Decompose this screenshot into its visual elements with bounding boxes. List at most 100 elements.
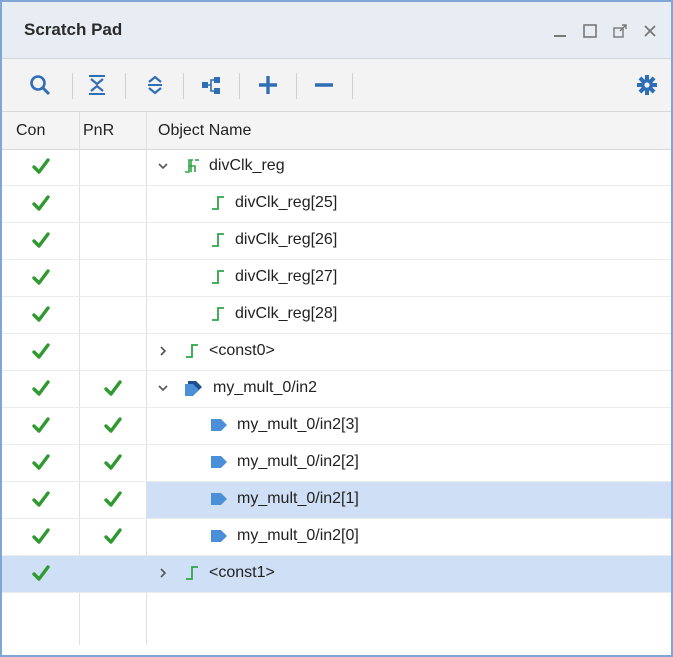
expand-all-icon[interactable] bbox=[140, 70, 170, 100]
table-header: Con PnR Object Name bbox=[2, 112, 671, 150]
pnr-cell bbox=[80, 408, 146, 444]
check-icon bbox=[104, 527, 122, 550]
object-name-cell[interactable]: my_mult_0/in2[3] bbox=[147, 408, 671, 444]
toolbar-separator bbox=[352, 73, 353, 99]
check-icon bbox=[32, 231, 50, 254]
object-entry[interactable]: <const0> bbox=[183, 342, 275, 360]
maximize-icon[interactable] bbox=[577, 18, 603, 44]
object-name-cell[interactable]: my_mult_0/in2 bbox=[147, 371, 671, 407]
collapse-all-icon[interactable] bbox=[82, 70, 112, 100]
object-entry[interactable]: my_mult_0/in2 bbox=[183, 379, 317, 397]
table-row[interactable]: divClk_reg[27] bbox=[2, 260, 671, 297]
table-row[interactable]: divClk_reg[28] bbox=[2, 297, 671, 334]
object-entry[interactable]: divClk_reg[27] bbox=[209, 268, 337, 286]
object-name: my_mult_0/in2[3] bbox=[237, 416, 359, 433]
object-entry[interactable]: divClk_reg[28] bbox=[209, 305, 337, 323]
pnr-cell bbox=[80, 371, 146, 407]
add-icon[interactable] bbox=[253, 70, 283, 100]
object-name: my_mult_0/in2[0] bbox=[237, 527, 359, 544]
con-cell bbox=[2, 186, 79, 222]
object-name: my_mult_0/in2[2] bbox=[237, 453, 359, 470]
con-cell bbox=[2, 519, 79, 555]
toolbar bbox=[2, 59, 671, 112]
object-entry[interactable]: my_mult_0/in2[1] bbox=[209, 490, 359, 508]
chevron-right-icon[interactable] bbox=[157, 342, 169, 363]
column-header-con[interactable]: Con bbox=[16, 122, 45, 140]
object-name: divClk_reg bbox=[209, 157, 285, 174]
toolbar-separator bbox=[125, 73, 126, 99]
object-name-cell[interactable]: divClk_reg[25] bbox=[147, 186, 671, 222]
table-row[interactable]: divClk_reg bbox=[2, 149, 671, 186]
object-name-cell[interactable]: my_mult_0/in2[1] bbox=[147, 482, 671, 518]
object-name: my_mult_0/in2[1] bbox=[237, 490, 359, 507]
close-icon[interactable] bbox=[637, 18, 663, 44]
con-cell bbox=[2, 334, 79, 370]
object-name-cell[interactable]: <const1> bbox=[147, 556, 671, 592]
panel-titlebar: Scratch Pad bbox=[2, 2, 671, 59]
check-icon bbox=[32, 490, 50, 513]
object-name-cell[interactable]: divClk_reg[26] bbox=[147, 223, 671, 259]
object-name-cell[interactable]: my_mult_0/in2[0] bbox=[147, 519, 671, 555]
object-name-cell[interactable]: divClk_reg bbox=[147, 149, 671, 185]
con-cell bbox=[2, 149, 79, 185]
table-row[interactable]: my_mult_0/in2[0] bbox=[2, 519, 671, 556]
check-icon bbox=[104, 453, 122, 476]
pnr-cell bbox=[80, 260, 146, 296]
object-name: divClk_reg[27] bbox=[235, 268, 338, 285]
object-name-cell[interactable]: divClk_reg[28] bbox=[147, 297, 671, 333]
toolbar-separator bbox=[183, 73, 184, 99]
object-entry[interactable]: divClk_reg[26] bbox=[209, 231, 337, 249]
toolbar-separator bbox=[239, 73, 240, 99]
scratch-pad-panel: Scratch Pad Con PnR Object Name divClk_r… bbox=[0, 0, 673, 657]
object-name-cell[interactable]: divClk_reg[27] bbox=[147, 260, 671, 296]
table-row[interactable]: my_mult_0/in2 bbox=[2, 371, 671, 408]
chevron-down-icon[interactable] bbox=[157, 379, 169, 400]
pnr-cell bbox=[80, 519, 146, 555]
object-entry[interactable]: my_mult_0/in2[0] bbox=[209, 527, 359, 545]
port-icon bbox=[209, 528, 229, 544]
column-header-object-name[interactable]: Object Name bbox=[158, 122, 251, 140]
table-row[interactable]: my_mult_0/in2[3] bbox=[2, 408, 671, 445]
panel-title: Scratch Pad bbox=[24, 20, 123, 39]
net-green-icon bbox=[183, 564, 201, 582]
search-icon[interactable] bbox=[25, 70, 55, 100]
object-name-cell[interactable]: <const0> bbox=[147, 334, 671, 370]
check-icon bbox=[32, 194, 50, 217]
port-icon bbox=[209, 417, 229, 433]
table-row[interactable]: divClk_reg[25] bbox=[2, 186, 671, 223]
column-header-pnr[interactable]: PnR bbox=[83, 122, 114, 140]
check-icon bbox=[32, 453, 50, 476]
table-row[interactable]: my_mult_0/in2[2] bbox=[2, 445, 671, 482]
table-row[interactable]: divClk_reg[26] bbox=[2, 223, 671, 260]
settings-icon[interactable] bbox=[632, 70, 662, 100]
object-name: divClk_reg[26] bbox=[235, 231, 338, 248]
table-row[interactable]: <const0> bbox=[2, 334, 671, 371]
object-entry[interactable]: <const1> bbox=[183, 564, 275, 582]
chevron-right-icon[interactable] bbox=[157, 564, 169, 585]
pnr-cell bbox=[80, 334, 146, 370]
table-row[interactable]: my_mult_0/in2[1] bbox=[2, 482, 671, 519]
check-icon bbox=[32, 564, 50, 587]
remove-icon[interactable] bbox=[309, 70, 339, 100]
object-name-cell[interactable]: my_mult_0/in2[2] bbox=[147, 445, 671, 481]
chevron-down-icon[interactable] bbox=[157, 157, 169, 178]
port-icon bbox=[209, 491, 229, 507]
object-entry[interactable]: divClk_reg bbox=[183, 157, 285, 175]
net-green-icon bbox=[209, 268, 227, 286]
port-bus-icon bbox=[183, 379, 205, 397]
check-icon bbox=[32, 342, 50, 365]
check-icon bbox=[104, 490, 122, 513]
table-row[interactable]: <const1> bbox=[2, 556, 671, 593]
net-green-icon bbox=[209, 231, 227, 249]
con-cell bbox=[2, 556, 79, 592]
object-entry[interactable]: divClk_reg[25] bbox=[209, 194, 337, 212]
bus-green-icon bbox=[183, 157, 201, 175]
object-entry[interactable]: my_mult_0/in2[2] bbox=[209, 453, 359, 471]
net-green-icon bbox=[183, 342, 201, 360]
minimize-icon[interactable] bbox=[547, 18, 573, 44]
check-icon bbox=[32, 527, 50, 550]
object-entry[interactable]: my_mult_0/in2[3] bbox=[209, 416, 359, 434]
hierarchy-icon[interactable] bbox=[196, 70, 226, 100]
float-icon[interactable] bbox=[607, 18, 633, 44]
pnr-cell bbox=[80, 445, 146, 481]
